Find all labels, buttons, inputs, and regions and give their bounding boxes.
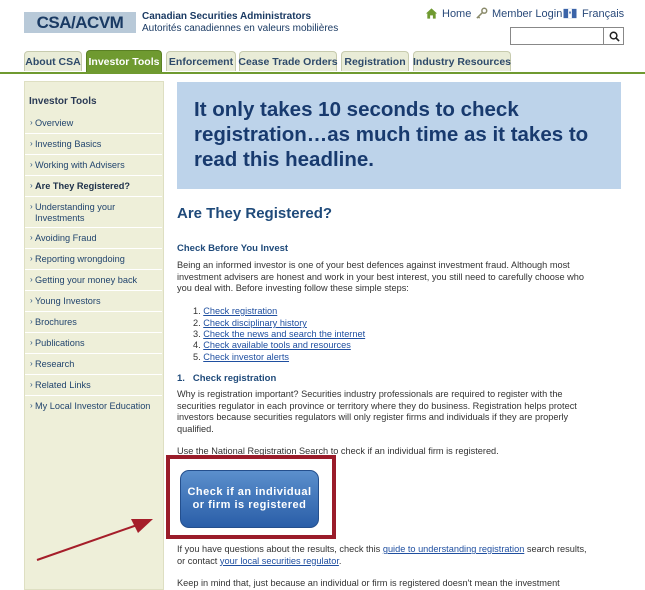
site-header: CSA/ACVM Canadian Securities Administrat… bbox=[0, 0, 645, 78]
chevron-right-icon: › bbox=[30, 338, 33, 347]
step-link-tools-resources[interactable]: Check available tools and resources bbox=[203, 340, 351, 350]
tab-underline bbox=[0, 72, 645, 74]
main-nav-tabs: About CSA Investor Tools Enforcement Cea… bbox=[0, 50, 645, 72]
chevron-right-icon: › bbox=[30, 202, 33, 211]
step-link-check-registration[interactable]: Check registration bbox=[203, 306, 277, 316]
csa-logo[interactable]: CSA/ACVM bbox=[24, 12, 136, 33]
sidebar-item-publications[interactable]: › Publications bbox=[25, 333, 162, 354]
chevron-right-icon: › bbox=[30, 139, 33, 148]
section-heading-check-before: Check Before You Invest bbox=[177, 243, 289, 254]
sidebar: Investor Tools › Overview › Investing Ba… bbox=[24, 81, 164, 590]
sidebar-item-local-investor-education[interactable]: › My Local Investor Education bbox=[25, 396, 162, 417]
step-number: 3. bbox=[193, 329, 201, 339]
flag-icon bbox=[563, 8, 577, 19]
sidebar-item-investing-basics[interactable]: › Investing Basics bbox=[25, 134, 162, 155]
tab-industry-resources[interactable]: Industry Resources bbox=[413, 51, 511, 71]
chevron-right-icon: › bbox=[30, 317, 33, 326]
sidebar-item-brochures[interactable]: › Brochures bbox=[25, 312, 162, 333]
chevron-right-icon: › bbox=[30, 233, 33, 242]
sidebar-item-label: Research bbox=[35, 359, 75, 369]
search-button[interactable] bbox=[603, 28, 624, 44]
step-number: 2. bbox=[193, 318, 201, 328]
member-login-label: Member Login bbox=[492, 7, 563, 20]
sidebar-item-label: Working with Advisers bbox=[35, 160, 125, 170]
step-number: 4. bbox=[193, 340, 201, 350]
home-link[interactable]: Home bbox=[425, 7, 471, 20]
tab-about-csa[interactable]: About CSA bbox=[24, 51, 82, 71]
local-regulator-link[interactable]: your local securities regulator bbox=[220, 556, 339, 566]
sidebar-item-label: Young Investors bbox=[35, 296, 101, 306]
sidebar-item-overview[interactable]: › Overview bbox=[25, 113, 162, 134]
key-icon bbox=[476, 7, 488, 19]
sidebar-item-avoiding-fraud[interactable]: › Avoiding Fraud bbox=[25, 228, 162, 249]
why-registration-paragraph: Why is registration important? Securitie… bbox=[177, 389, 577, 434]
chevron-right-icon: › bbox=[30, 359, 33, 368]
chevron-right-icon: › bbox=[30, 254, 33, 263]
sidebar-title: Investor Tools bbox=[29, 96, 97, 107]
chevron-right-icon: › bbox=[30, 118, 33, 127]
sidebar-item-label: Avoiding Fraud bbox=[35, 233, 97, 243]
headline-banner: It only takes 10 seconds to check regist… bbox=[177, 82, 621, 189]
guide-link[interactable]: guide to understanding registration bbox=[383, 544, 524, 554]
chevron-right-icon: › bbox=[30, 401, 33, 410]
francais-link[interactable]: Français bbox=[562, 7, 624, 20]
step-item: 5. Check investor alerts bbox=[193, 352, 289, 362]
keep-in-mind-paragraph: Keep in mind that, just because an indiv… bbox=[177, 578, 560, 588]
sidebar-item-related-links[interactable]: › Related Links bbox=[25, 375, 162, 396]
sidebar-item-label: Brochures bbox=[35, 317, 77, 327]
chevron-right-icon: › bbox=[30, 275, 33, 284]
sidebar-item-label: Investing Basics bbox=[35, 139, 102, 149]
section-heading-check-registration: 1. Check registration bbox=[177, 373, 277, 384]
banner-headline: It only takes 10 seconds to check regist… bbox=[194, 98, 589, 171]
sidebar-item-label: Overview bbox=[35, 118, 74, 128]
questions-text: If you have questions about the results,… bbox=[177, 544, 383, 554]
sidebar-item-label: Reporting wrongdoing bbox=[35, 254, 125, 264]
chevron-right-icon: › bbox=[30, 296, 33, 305]
search-box bbox=[510, 27, 624, 45]
sidebar-item-reporting-wrongdoing[interactable]: › Reporting wrongdoing bbox=[25, 249, 162, 270]
step-item: 3. Check the news and search the interne… bbox=[193, 329, 365, 339]
tab-cease-trade-orders[interactable]: Cease Trade Orders bbox=[238, 51, 338, 71]
step-link-investor-alerts[interactable]: Check investor alerts bbox=[203, 352, 289, 362]
step-link-news-internet[interactable]: Check the news and search the internet bbox=[203, 329, 365, 339]
sidebar-item-young-investors[interactable]: › Young Investors bbox=[25, 291, 162, 312]
sidebar-item-are-they-registered[interactable]: › Are They Registered? bbox=[25, 176, 162, 197]
org-name-en: Canadian Securities Administrators bbox=[142, 11, 312, 22]
member-login-link[interactable]: Member Login bbox=[475, 7, 562, 20]
step-item: 2. Check disciplinary history bbox=[193, 318, 307, 328]
step-number: 5. bbox=[193, 352, 201, 362]
francais-label: Français bbox=[582, 7, 625, 20]
sidebar-item-working-with-advisers[interactable]: › Working with Advisers bbox=[25, 155, 162, 176]
sidebar-item-understanding-investments[interactable]: › Understanding your Investments bbox=[25, 197, 162, 228]
chevron-right-icon: › bbox=[30, 160, 33, 169]
sidebar-item-research[interactable]: › Research bbox=[25, 354, 162, 375]
sidebar-item-label: Getting your money back bbox=[35, 275, 138, 285]
home-link-label: Home bbox=[442, 7, 472, 20]
step-item: 4. Check available tools and resources bbox=[193, 340, 351, 350]
step-link-disciplinary-history[interactable]: Check disciplinary history bbox=[203, 318, 307, 328]
sidebar-item-label: Understanding your Investments bbox=[35, 202, 116, 223]
sidebar-item-label: My Local Investor Education bbox=[35, 401, 151, 411]
chevron-right-icon: › bbox=[30, 181, 33, 190]
sidebar-item-getting-money-back[interactable]: › Getting your money back bbox=[25, 270, 162, 291]
step-item: 1. Check registration bbox=[193, 306, 277, 316]
org-name-fr: Autorités canadiennes en valeurs mobiliè… bbox=[142, 23, 339, 34]
tab-registration[interactable]: Registration bbox=[341, 51, 409, 71]
page-title: Are They Registered? bbox=[177, 205, 333, 222]
chevron-right-icon: › bbox=[30, 380, 33, 389]
questions-text: . bbox=[338, 555, 342, 566]
tab-enforcement[interactable]: Enforcement bbox=[166, 51, 236, 71]
home-icon bbox=[425, 8, 438, 19]
search-input[interactable] bbox=[511, 28, 603, 44]
tab-investor-tools[interactable]: Investor Tools bbox=[86, 50, 162, 72]
questions-paragraph: If you have questions about the results,… bbox=[177, 544, 597, 567]
search-icon bbox=[609, 31, 620, 42]
sidebar-item-label: Related Links bbox=[35, 380, 91, 390]
sidebar-item-label: Publications bbox=[35, 338, 85, 348]
check-registration-button[interactable]: Check if an individual or firm is regist… bbox=[180, 470, 319, 528]
intro-paragraph: Being an informed investor is one of you… bbox=[177, 260, 585, 293]
step-number: 1. bbox=[193, 306, 201, 316]
logo-text: CSA/ACVM bbox=[36, 12, 124, 32]
sidebar-item-label: Are They Registered? bbox=[35, 181, 130, 191]
